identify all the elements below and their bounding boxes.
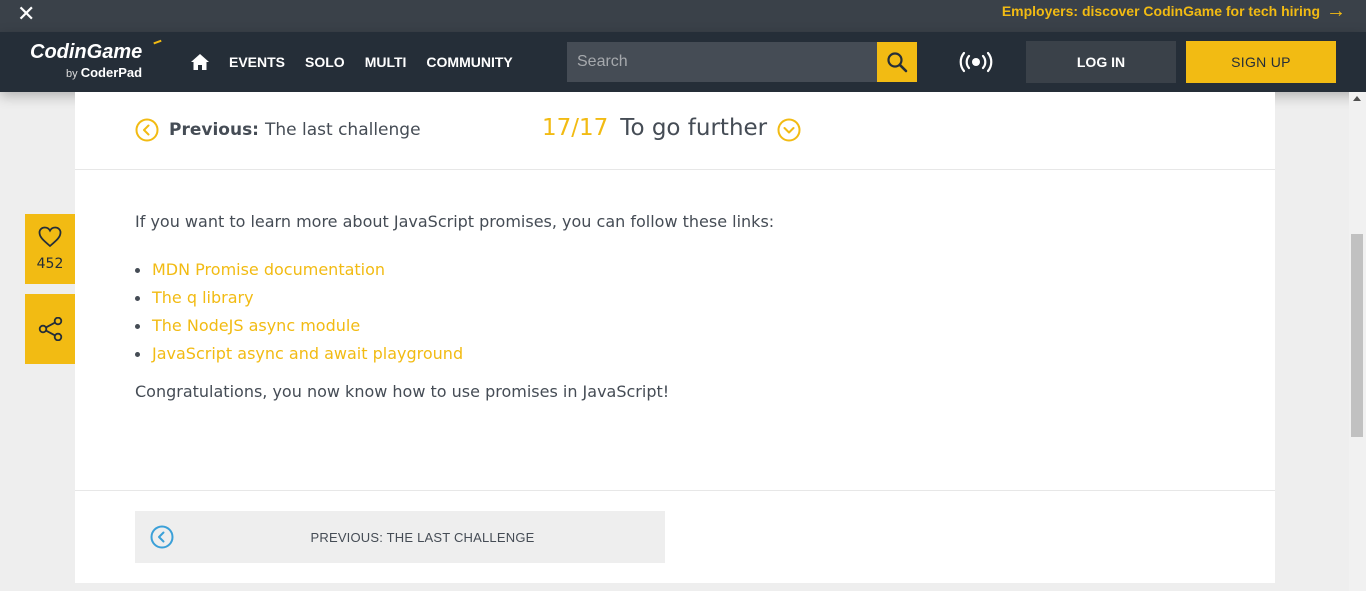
- arrow-right-icon: →: [1326, 0, 1346, 22]
- footer-previous-button[interactable]: PREVIOUS: THE LAST CHALLENGE: [135, 511, 665, 563]
- logo-spark: [153, 39, 163, 48]
- link-mdn-promise[interactable]: MDN Promise documentation: [152, 260, 385, 279]
- chevron-down-circle-icon[interactable]: [777, 118, 801, 142]
- list-item: The NodeJS async module: [135, 314, 1215, 342]
- codingame-logo[interactable]: CodinGame by CoderPad: [30, 39, 163, 80]
- previous-lesson-link[interactable]: Previous: The last challenge: [135, 118, 421, 142]
- outro-text: Congratulations, you now know how to use…: [135, 382, 670, 401]
- link-nodejs-async[interactable]: The NodeJS async module: [152, 316, 360, 335]
- lesson-header: Previous: The last challenge 17/17 To go…: [75, 92, 1275, 170]
- scroll-up-arrow[interactable]: [1353, 96, 1361, 101]
- list-item: JavaScript async and await playground: [135, 342, 1215, 370]
- page-scrollbar[interactable]: [1349, 92, 1366, 591]
- promo-banner: ✕ Employers: discover CodinGame for tech…: [0, 0, 1366, 32]
- previous-title: The last challenge: [264, 120, 421, 140]
- share-icon: [38, 317, 63, 341]
- signup-button[interactable]: SIGN UP: [1186, 41, 1336, 83]
- resource-links: MDN Promise documentation The q library …: [135, 258, 1215, 370]
- search-icon: [887, 52, 908, 73]
- nav-community[interactable]: COMMUNITY: [426, 54, 512, 70]
- list-item: MDN Promise documentation: [135, 258, 1215, 286]
- current-lesson: 17/17 To go further: [542, 114, 801, 142]
- list-item: The q library: [135, 286, 1215, 314]
- footer-previous-label: PREVIOUS: THE LAST CHALLENGE: [310, 529, 535, 545]
- like-button[interactable]: 452: [25, 214, 75, 284]
- home-icon[interactable]: [190, 52, 210, 72]
- broadcast-icon[interactable]: [958, 50, 994, 74]
- employers-link-text: Employers: discover CodinGame for tech h…: [1001, 3, 1320, 19]
- previous-label: Previous:: [169, 120, 259, 140]
- heart-icon: [38, 226, 62, 248]
- close-icon[interactable]: ✕: [17, 2, 35, 28]
- link-async-await-playground[interactable]: JavaScript async and await playground: [152, 344, 463, 363]
- logo-coderpad: CoderPad: [80, 65, 143, 80]
- search-button[interactable]: [877, 42, 917, 82]
- top-navbar: CodinGame by CoderPad EVENTS SOLO MULTI …: [0, 32, 1366, 92]
- like-count: 452: [36, 256, 64, 272]
- lesson-counter: 17/17: [542, 115, 609, 141]
- lesson-card: Previous: The last challenge 17/17 To go…: [75, 92, 1275, 583]
- employers-link[interactable]: Employers: discover CodinGame for tech h…: [1002, 0, 1346, 22]
- lesson-title: To go further: [620, 115, 768, 141]
- nav-multi[interactable]: MULTI: [365, 54, 407, 70]
- link-q-library[interactable]: The q library: [152, 288, 254, 307]
- nav-solo[interactable]: SOLO: [305, 54, 345, 70]
- intro-text: If you want to learn more about JavaScri…: [135, 212, 775, 231]
- chevron-left-circle-icon: [135, 118, 159, 142]
- logo-brand: CodinGame: [30, 41, 143, 63]
- main-nav: EVENTS SOLO MULTI COMMUNITY: [229, 32, 533, 92]
- share-button[interactable]: [25, 294, 75, 364]
- scroll-thumb[interactable]: [1351, 234, 1363, 437]
- nav-events[interactable]: EVENTS: [229, 54, 285, 70]
- lesson-footer: PREVIOUS: THE LAST CHALLENGE: [75, 490, 1275, 583]
- lesson-content: If you want to learn more about JavaScri…: [135, 210, 1215, 428]
- search-input[interactable]: [567, 42, 877, 82]
- logo-by: by: [66, 68, 78, 80]
- logo-byline: by CoderPad: [66, 65, 142, 80]
- login-button[interactable]: LOG IN: [1026, 41, 1176, 83]
